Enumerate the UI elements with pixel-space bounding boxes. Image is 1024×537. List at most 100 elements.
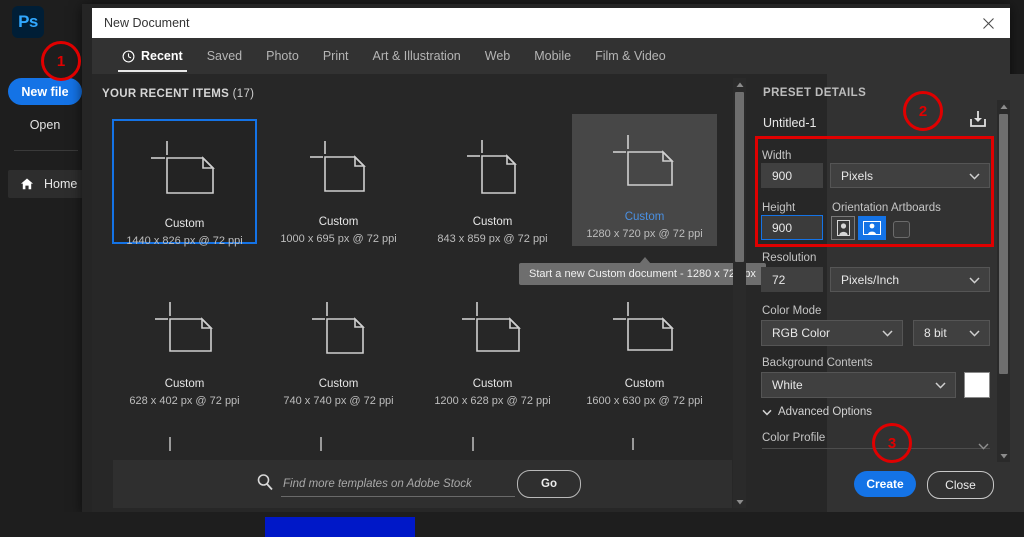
document-thumbnail-icon: [609, 132, 681, 199]
scroll-up-icon[interactable]: [733, 78, 746, 91]
orientation-label: Orientation: [832, 202, 889, 214]
tab-saved[interactable]: Saved: [195, 38, 254, 74]
background-contents-select[interactable]: White: [761, 372, 956, 398]
partial-thumbnail-mark: [632, 438, 634, 450]
app-left-rail: Ps New file Open Home: [0, 0, 92, 537]
clock-icon: [122, 50, 135, 63]
category-tabbar: Recent Saved Photo Print Art & Illustrat…: [92, 38, 1010, 74]
tab-mobile[interactable]: Mobile: [522, 38, 583, 74]
chevron-down-icon: [882, 326, 893, 340]
tab-label: Art & Illustration: [372, 49, 461, 63]
recent-item-card[interactable]: Custom 1000 x 695 px @ 72 ppi: [266, 119, 411, 245]
save-preset-icon[interactable]: [968, 109, 988, 134]
partial-thumbnail-mark: [320, 437, 322, 451]
preset-scrollbar[interactable]: [997, 100, 1010, 462]
chevron-down-icon: [969, 273, 980, 287]
scrollbar-thumb[interactable]: [735, 92, 744, 262]
resolution-label: Resolution: [762, 252, 817, 264]
width-unit-value: Pixels: [841, 168, 874, 183]
recent-item-name: Custom: [624, 211, 665, 223]
chevron-down-icon: [978, 437, 989, 455]
close-button[interactable]: Close: [927, 471, 994, 499]
tab-recent[interactable]: Recent: [110, 38, 195, 74]
open-button[interactable]: Open: [8, 114, 82, 136]
recent-items-count: (17): [232, 88, 255, 100]
sidebar-item-home[interactable]: Home: [8, 170, 92, 198]
chevron-down-icon: [935, 378, 946, 392]
tab-label: Recent: [141, 49, 183, 63]
close-icon[interactable]: [966, 8, 1010, 38]
bit-depth-value: 8 bit: [924, 326, 947, 340]
chevron-down-icon: [969, 169, 980, 183]
tab-label: Mobile: [534, 49, 572, 63]
scroll-down-icon[interactable]: [733, 495, 746, 508]
recent-item-card[interactable]: Custom 1600 x 630 px @ 72 ppi: [572, 281, 717, 407]
scroll-down-icon[interactable]: [997, 449, 1010, 462]
color-profile-label: Color Profile: [762, 432, 826, 444]
partial-thumbnail-mark: [472, 437, 474, 451]
recent-item-dimensions: 1280 x 720 px @ 72 ppi: [586, 228, 703, 240]
artboards-checkbox[interactable]: [893, 221, 910, 238]
recent-heading-text: YOUR RECENT ITEMS: [102, 88, 230, 100]
scroll-up-icon[interactable]: [997, 100, 1010, 113]
background-color-swatch[interactable]: [964, 372, 990, 398]
tab-art-illustration[interactable]: Art & Illustration: [361, 38, 473, 74]
tab-label: Saved: [206, 49, 243, 63]
partial-thumbnail-mark: [169, 437, 171, 451]
orientation-landscape-button[interactable]: [858, 216, 886, 240]
recent-items-heading: YOUR RECENT ITEMS (17): [102, 88, 254, 100]
tab-photo[interactable]: Photo: [254, 38, 311, 74]
tab-film-video[interactable]: Film & Video: [583, 38, 678, 74]
advanced-options-toggle[interactable]: Advanced Options: [762, 406, 872, 418]
dialog-titlebar: New Document: [92, 8, 1010, 38]
recent-item-name: Custom: [472, 378, 513, 390]
chevron-down-icon: [969, 326, 980, 340]
home-icon: [20, 177, 34, 191]
recent-item-card[interactable]: Custom 1280 x 720 px @ 72 ppi: [572, 114, 717, 246]
tab-label: Film & Video: [595, 49, 666, 63]
recent-item-dimensions: 1600 x 630 px @ 72 ppi: [586, 395, 703, 407]
recent-item-card[interactable]: Custom 1200 x 628 px @ 72 ppi: [420, 281, 565, 407]
advanced-options-label: Advanced Options: [778, 406, 872, 418]
home-label: Home: [44, 177, 78, 191]
recent-item-dimensions: 740 x 740 px @ 72 ppi: [283, 395, 394, 407]
document-thumbnail-icon: [149, 139, 221, 206]
dialog-title: New Document: [104, 16, 190, 30]
recent-item-card[interactable]: Custom 628 x 402 px @ 72 ppi: [112, 281, 257, 407]
color-mode-label: Color Mode: [762, 305, 822, 317]
color-mode-select[interactable]: RGB Color: [761, 320, 903, 346]
orientation-portrait-button[interactable]: [831, 216, 855, 240]
tab-label: Print: [322, 49, 349, 63]
recent-item-dimensions: 1440 x 826 px @ 72 ppi: [126, 235, 243, 247]
document-thumbnail-icon: [609, 299, 681, 366]
resolution-input[interactable]: [761, 267, 823, 292]
recent-item-name: Custom: [624, 378, 665, 390]
create-button[interactable]: Create: [854, 471, 916, 497]
recent-item-dimensions: 843 x 859 px @ 72 ppi: [437, 233, 548, 245]
search-icon[interactable]: [256, 473, 274, 496]
recent-item-name: Custom: [164, 378, 205, 390]
width-input[interactable]: [761, 163, 823, 188]
width-unit-select[interactable]: Pixels: [830, 163, 990, 188]
recent-item-card[interactable]: Custom 1440 x 826 px @ 72 ppi: [112, 119, 257, 247]
recent-item-card[interactable]: Custom 740 x 740 px @ 72 ppi: [266, 281, 411, 407]
annotation-marker: 2: [903, 91, 943, 131]
recent-item-dimensions: 1200 x 628 px @ 72 ppi: [434, 395, 551, 407]
templates-scrollbar[interactable]: [733, 78, 746, 508]
bit-depth-select[interactable]: 8 bit: [913, 320, 990, 346]
background-contents-value: White: [772, 378, 803, 392]
go-button[interactable]: Go: [517, 470, 581, 498]
recent-item-name: Custom: [164, 218, 205, 230]
height-input[interactable]: [761, 215, 823, 240]
recent-item-name: Custom: [472, 216, 513, 228]
new-file-button[interactable]: New file: [8, 78, 82, 105]
search-input[interactable]: [281, 472, 515, 497]
preset-details-heading: PRESET DETAILS: [763, 87, 867, 99]
scrollbar-thumb[interactable]: [999, 114, 1008, 374]
recent-item-card[interactable]: Custom 843 x 859 px @ 72 ppi: [420, 119, 565, 245]
tab-web[interactable]: Web: [473, 38, 522, 74]
taskbar-active-item[interactable]: [265, 517, 415, 537]
desktop-taskbar: [0, 512, 1024, 537]
tab-print[interactable]: Print: [311, 38, 361, 74]
resolution-unit-select[interactable]: Pixels/Inch: [830, 267, 990, 292]
